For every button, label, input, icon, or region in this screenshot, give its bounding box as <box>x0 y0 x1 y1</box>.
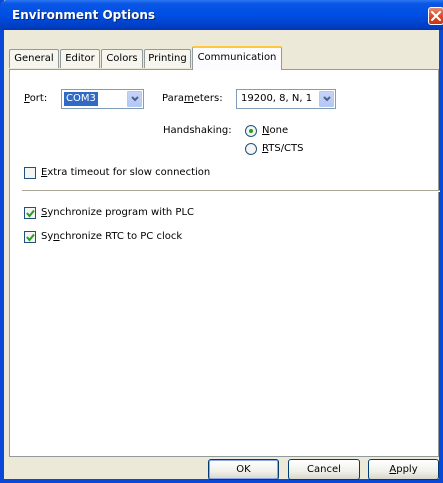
handshaking-rtscts-radio[interactable] <box>245 143 257 155</box>
port-value: COM3 <box>64 92 98 106</box>
handshaking-label: Handshaking: <box>163 125 232 136</box>
cancel-button[interactable]: Cancel <box>288 459 360 480</box>
sync-rtc-label[interactable]: Synchronize RTC to PC clock <box>41 231 182 242</box>
port-select[interactable]: COM3 <box>61 89 144 109</box>
environment-options-dialog: Environment Options General Editor Color… <box>0 0 443 483</box>
sync-program-checkbox[interactable] <box>24 207 36 219</box>
tab-communication[interactable]: Communication <box>192 46 282 70</box>
port-dropdown-button[interactable] <box>127 91 142 107</box>
extra-timeout-checkbox[interactable] <box>24 167 36 179</box>
title-bar[interactable]: Environment Options <box>0 0 443 30</box>
handshaking-rtscts-label[interactable]: RTS/CTS <box>262 143 304 154</box>
sync-rtc-checkbox[interactable] <box>24 231 36 243</box>
parameters-label: Parameters: <box>162 93 223 104</box>
ok-button[interactable]: OK <box>208 459 279 480</box>
tab-editor[interactable]: Editor <box>60 49 100 68</box>
close-button[interactable] <box>428 7 443 25</box>
divider <box>22 190 440 192</box>
parameters-value: 19200, 8, N, 1 <box>241 93 313 104</box>
window-title: Environment Options <box>12 8 156 22</box>
extra-timeout-label[interactable]: Extra timeout for slow connection <box>41 167 210 178</box>
apply-button[interactable]: Apply <box>368 459 439 480</box>
handshaking-none-radio[interactable] <box>245 125 257 137</box>
handshaking-none-label[interactable]: None <box>262 125 288 136</box>
tab-general[interactable]: General <box>9 49 59 68</box>
tab-printing[interactable]: Printing <box>144 49 191 68</box>
parameters-select[interactable]: 19200, 8, N, 1 <box>236 89 336 109</box>
port-label: Port: <box>24 93 48 104</box>
sync-program-label[interactable]: Synchronize program with PLC <box>41 207 194 218</box>
tab-colors[interactable]: Colors <box>101 49 143 68</box>
parameters-dropdown-button[interactable] <box>319 91 334 107</box>
